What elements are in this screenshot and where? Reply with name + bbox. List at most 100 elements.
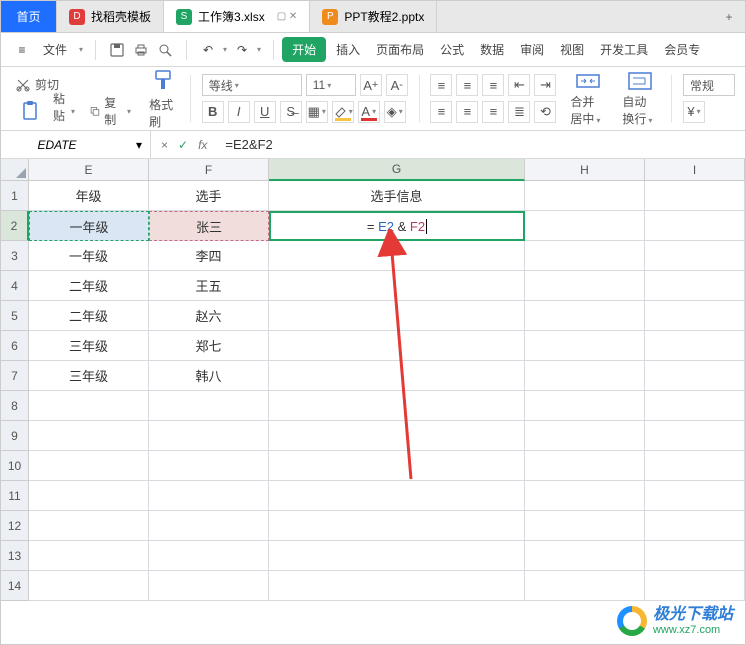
cell[interactable]: 韩八 xyxy=(149,361,269,391)
menu-member[interactable]: 会员专 xyxy=(658,37,706,62)
align-top-button[interactable]: ≡ xyxy=(430,74,452,96)
fx-button[interactable]: fx xyxy=(198,138,207,152)
cell[interactable] xyxy=(645,421,745,451)
menu-review[interactable]: 审阅 xyxy=(514,37,550,62)
menu-start[interactable]: 开始 xyxy=(282,37,326,62)
select-all-corner[interactable] xyxy=(1,159,29,181)
font-color-button[interactable]: A▾ xyxy=(358,101,380,123)
cell[interactable] xyxy=(269,451,525,481)
underline-button[interactable]: U xyxy=(254,101,276,123)
fill-color-button[interactable]: ▾ xyxy=(332,101,354,123)
row-header[interactable]: 9 xyxy=(1,421,29,451)
cell[interactable] xyxy=(645,271,745,301)
align-center-button[interactable]: ≡ xyxy=(456,101,478,123)
cell[interactable] xyxy=(525,331,645,361)
format-painter-button[interactable]: 格式刷 xyxy=(143,71,183,126)
cancel-formula-button[interactable]: × xyxy=(161,138,168,152)
strike-button[interactable]: S̶ xyxy=(280,101,302,123)
cell[interactable] xyxy=(645,181,745,211)
preview-icon[interactable] xyxy=(156,41,174,59)
cell[interactable] xyxy=(29,451,149,481)
row-header[interactable]: 7 xyxy=(1,361,29,391)
menu-dev[interactable]: 开发工具 xyxy=(594,37,654,62)
cell[interactable] xyxy=(149,481,269,511)
cell[interactable] xyxy=(645,541,745,571)
row-header[interactable]: 5 xyxy=(1,301,29,331)
paste-button[interactable] xyxy=(11,95,51,127)
cell-G2-editing[interactable]: = E2 & F2 xyxy=(269,211,525,241)
cell[interactable] xyxy=(269,331,525,361)
file-menu[interactable]: 文件 xyxy=(37,37,73,62)
cell[interactable]: 王五 xyxy=(149,271,269,301)
cell[interactable] xyxy=(525,361,645,391)
tab-new-button[interactable]: + xyxy=(713,1,745,32)
col-header-I[interactable]: I xyxy=(645,159,745,181)
row-header[interactable]: 12 xyxy=(1,511,29,541)
align-middle-button[interactable]: ≡ xyxy=(456,74,478,96)
cell[interactable]: 赵六 xyxy=(149,301,269,331)
cell[interactable] xyxy=(29,511,149,541)
cell[interactable] xyxy=(525,271,645,301)
cell[interactable] xyxy=(269,481,525,511)
align-bottom-button[interactable]: ≡ xyxy=(482,74,504,96)
cell[interactable] xyxy=(269,241,525,271)
undo-icon[interactable]: ↶ xyxy=(199,41,217,59)
cell[interactable] xyxy=(645,361,745,391)
indent-left-button[interactable]: ⇤ xyxy=(508,74,530,96)
cell[interactable] xyxy=(525,511,645,541)
col-header-G[interactable]: G xyxy=(269,159,525,181)
cell[interactable]: 二年级 xyxy=(29,271,149,301)
print-icon[interactable] xyxy=(132,41,150,59)
row-header[interactable]: 3 xyxy=(1,241,29,271)
cell[interactable] xyxy=(269,391,525,421)
col-header-E[interactable]: E xyxy=(29,159,149,181)
font-name-select[interactable]: 等线▾ xyxy=(202,74,302,96)
cell[interactable] xyxy=(525,451,645,481)
tab-ppt[interactable]: P PPT教程2.pptx xyxy=(310,1,437,32)
cell[interactable]: 二年级 xyxy=(29,301,149,331)
cell[interactable] xyxy=(525,481,645,511)
cell[interactable] xyxy=(29,571,149,601)
font-size-select[interactable]: 11▾ xyxy=(306,74,356,96)
cell[interactable] xyxy=(29,391,149,421)
menu-formula[interactable]: 公式 xyxy=(434,37,470,62)
redo-icon[interactable]: ↷ xyxy=(233,41,251,59)
wrap-text-button[interactable]: 自动换行▾ xyxy=(616,71,664,126)
col-header-H[interactable]: H xyxy=(525,159,645,181)
cell[interactable] xyxy=(645,571,745,601)
cell-E2[interactable]: 一年级 xyxy=(29,211,149,241)
cell[interactable]: 三年级 xyxy=(29,331,149,361)
merge-center-button[interactable]: 合并居中▾ xyxy=(564,71,612,126)
formula-input[interactable]: =E2&F2 xyxy=(217,137,745,152)
distribute-button[interactable]: ≣ xyxy=(508,101,530,123)
cell[interactable] xyxy=(29,481,149,511)
cell[interactable] xyxy=(645,391,745,421)
cell[interactable] xyxy=(269,301,525,331)
cell[interactable] xyxy=(269,271,525,301)
cell[interactable] xyxy=(645,481,745,511)
number-format-select[interactable]: 常规 xyxy=(683,74,735,96)
cell[interactable] xyxy=(269,541,525,571)
align-left-button[interactable]: ≡ xyxy=(430,101,452,123)
italic-button[interactable]: I xyxy=(228,101,250,123)
cell[interactable]: 选手信息 xyxy=(269,181,525,211)
row-header[interactable]: 4 xyxy=(1,271,29,301)
cell[interactable] xyxy=(525,211,645,241)
cell[interactable] xyxy=(29,541,149,571)
menu-insert[interactable]: 插入 xyxy=(330,37,366,62)
cell[interactable]: 郑七 xyxy=(149,331,269,361)
menu-view[interactable]: 视图 xyxy=(554,37,590,62)
menu-hamburger-icon[interactable]: ≡ xyxy=(13,41,31,59)
cell[interactable]: 一年级 xyxy=(29,241,149,271)
row-header[interactable]: 2 xyxy=(1,211,29,241)
cell[interactable] xyxy=(525,391,645,421)
name-box-input[interactable] xyxy=(7,137,107,153)
cell[interactable] xyxy=(645,451,745,481)
cell[interactable] xyxy=(269,361,525,391)
bold-button[interactable]: B xyxy=(202,101,224,123)
cell[interactable] xyxy=(645,241,745,271)
copy-button[interactable]: 复制▾ xyxy=(85,92,135,130)
cell[interactable] xyxy=(525,571,645,601)
cell[interactable] xyxy=(645,511,745,541)
cell[interactable] xyxy=(525,241,645,271)
